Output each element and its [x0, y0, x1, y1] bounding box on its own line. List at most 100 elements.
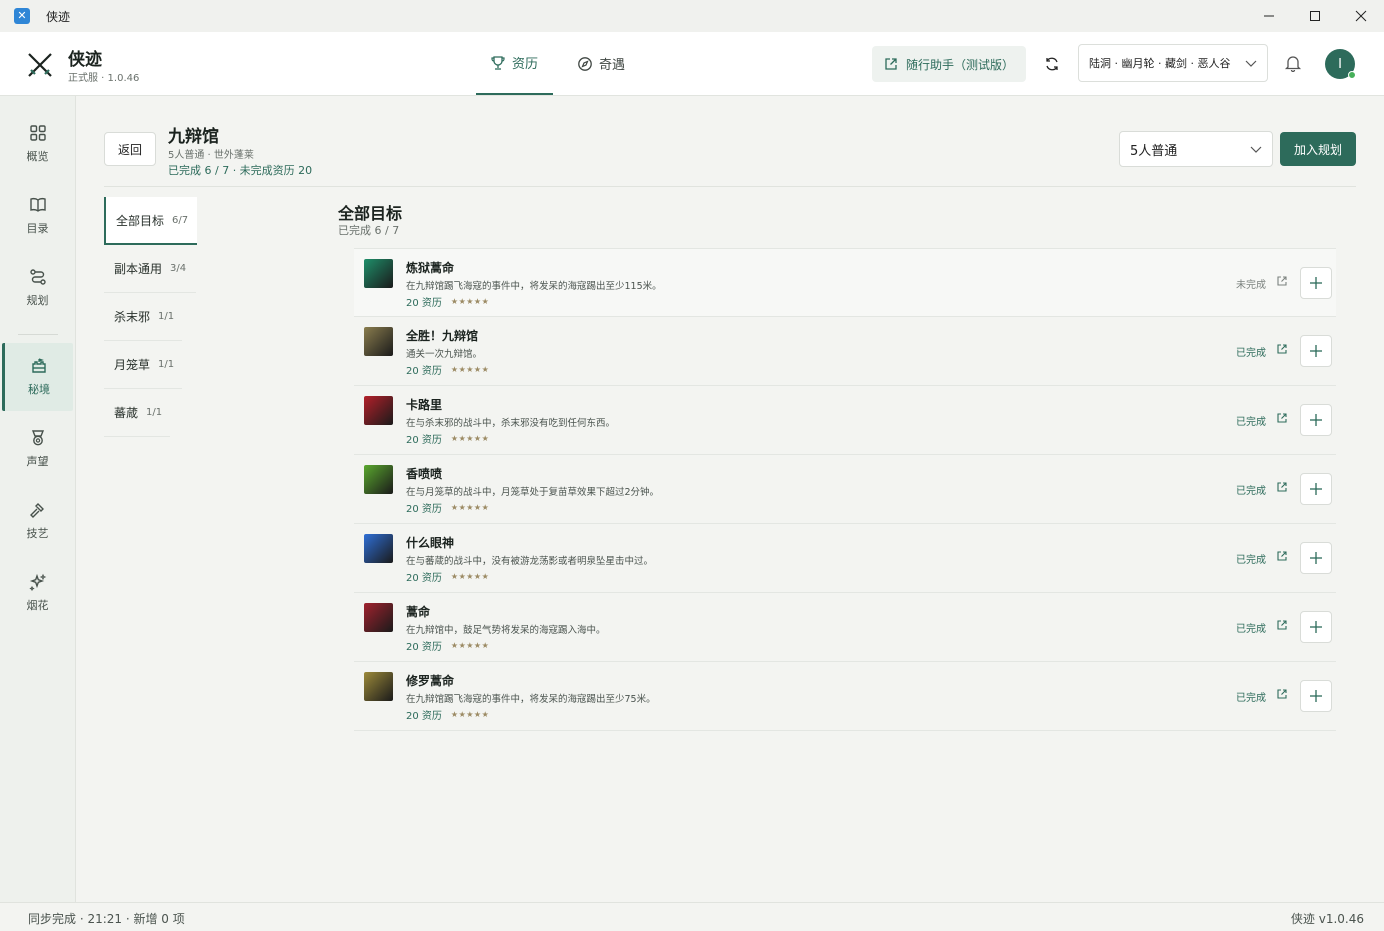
character-select[interactable]: 陆洞 · 幽月轮 · 藏剑 · 恶人谷: [1078, 44, 1268, 82]
reward-points: 20 资历: [406, 711, 442, 722]
difficulty-stars: ★★★★★: [450, 572, 490, 581]
achievement-row[interactable]: 蒿命 在九辩馆中，鼓足气势将发呆的海寇踢入海中。 20 资历 ★★★★★ 已完成: [354, 593, 1336, 662]
external-link-icon[interactable]: [1276, 619, 1288, 631]
filter-boss-2[interactable]: 月笼草 1/1: [104, 341, 182, 389]
filter-label: 杀末邪: [114, 310, 151, 324]
add-achievement-button[interactable]: [1300, 542, 1332, 574]
add-to-plan-button[interactable]: 加入规划: [1280, 132, 1356, 166]
external-link-icon[interactable]: [1276, 550, 1288, 562]
minimize-button[interactable]: [1246, 0, 1292, 32]
achievement-description: 在与蕃葴的战斗中，没有被游龙荡影或者明泉坠星击中过。: [406, 556, 654, 567]
sidebar-item-reputation[interactable]: 声望: [2, 415, 73, 483]
crossed-swords-logo-icon: [28, 53, 52, 77]
filter-common[interactable]: 副本通用 3/4: [104, 245, 196, 293]
route-icon: [29, 269, 46, 285]
achievement-reward: 20 资历 ★★★★★: [406, 431, 489, 446]
sparkle-icon: [28, 573, 46, 591]
difficulty-stars: ★★★★★: [450, 365, 490, 374]
sidebar-item-label: 声望: [26, 455, 49, 468]
filter-all[interactable]: 全部目标 6/7: [104, 197, 197, 245]
achievement-row[interactable]: 香喷喷 在与月笼草的战斗中，月笼草处于复苗草效果下超过2分钟。 20 资历 ★★★★★…: [354, 455, 1336, 524]
add-achievement-button[interactable]: [1300, 611, 1332, 643]
tab-qiyu[interactable]: 奇遇: [563, 32, 639, 95]
achievement-name: 炼狱蒿命: [406, 261, 455, 275]
external-link-icon[interactable]: [1276, 343, 1288, 355]
bell-icon[interactable]: [1284, 54, 1302, 72]
close-button[interactable]: [1338, 0, 1384, 32]
achievement-reward: 20 资历 ★★★★★: [406, 569, 489, 584]
window-title: 侠迹: [46, 9, 71, 24]
sync-button[interactable]: [1040, 52, 1064, 76]
difficulty-stars: ★★★★★: [450, 297, 490, 306]
achievement-row[interactable]: 卡路里 在与杀末邪的战斗中，杀末邪没有吃到任何东西。 20 资历 ★★★★★ 已完成: [354, 386, 1336, 455]
difficulty-stars: ★★★★★: [450, 710, 490, 719]
compass-icon: [578, 56, 592, 71]
window-titlebar: ✕ 侠迹: [0, 0, 1384, 32]
achievement-reward: 20 资历 ★★★★★: [406, 362, 489, 377]
achievement-status: 已完成: [1236, 486, 1266, 497]
add-achievement-button[interactable]: [1300, 680, 1332, 712]
reward-points: 20 资历: [406, 504, 442, 515]
close-icon: [1355, 10, 1367, 22]
back-button[interactable]: 返回: [104, 132, 156, 166]
filter-boss-1[interactable]: 杀末邪 1/1: [104, 293, 182, 341]
filter-count: 3/4: [170, 263, 187, 274]
mode-select[interactable]: 5人普通: [1119, 131, 1273, 167]
achievement-description: 在与月笼草的战斗中，月笼草处于复苗草效果下超过2分钟。: [406, 487, 660, 498]
plus-icon: [1310, 621, 1322, 633]
chevron-down-icon: [1245, 60, 1257, 67]
achievement-description: 通关一次九辩馆。: [406, 349, 483, 360]
dungeon-subtitle: 5人普通 · 世外蓬莱: [168, 150, 254, 161]
external-link-icon: [885, 58, 897, 70]
sidebar-item-dungeon[interactable]: 秘境: [2, 343, 73, 411]
chevron-down-icon: [1250, 146, 1262, 153]
tab-zili[interactable]: 资历: [476, 32, 553, 95]
achievement-status: 已完成: [1236, 555, 1266, 566]
achievement-name: 卡路里: [406, 398, 443, 412]
sidebar-item-label: 烟花: [26, 599, 49, 612]
plus-icon: [1310, 414, 1322, 426]
external-link-icon[interactable]: [1276, 275, 1288, 287]
dungeon-progress: 已完成 6 / 7 · 未完成资历 20: [168, 164, 313, 177]
filter-count: 1/1: [146, 407, 163, 418]
hammer-icon: [29, 503, 44, 518]
status-bar: 同步完成 · 21:21 · 新增 0 项 侠迹 v1.0.46: [0, 902, 1384, 931]
plus-icon: [1310, 277, 1322, 289]
sidebar: 概览 目录 规划 秘境 声望 技艺 烟花: [0, 96, 76, 902]
filter-label: 副本通用: [114, 262, 163, 276]
reward-points: 20 资历: [406, 298, 442, 309]
plus-icon: [1310, 552, 1322, 564]
reward-points: 20 资历: [406, 435, 442, 446]
sidebar-item-label: 概览: [26, 150, 49, 163]
add-achievement-button[interactable]: [1300, 473, 1332, 505]
sidebar-item-catalog[interactable]: 目录: [2, 182, 73, 250]
refresh-icon: [1046, 57, 1058, 71]
add-achievement-button[interactable]: [1300, 335, 1332, 367]
achievement-status: 已完成: [1236, 348, 1266, 359]
add-achievement-button[interactable]: [1300, 267, 1332, 299]
assistant-button[interactable]: 随行助手（测试版）: [872, 46, 1026, 82]
sidebar-item-overview[interactable]: 概览: [2, 110, 73, 178]
medal-icon: [31, 430, 44, 446]
grid-icon: [29, 125, 46, 141]
achievement-icon: [364, 534, 393, 563]
sidebar-item-plan[interactable]: 规划: [2, 254, 73, 322]
external-link-icon[interactable]: [1276, 688, 1288, 700]
filter-boss-3[interactable]: 蕃葴 1/1: [104, 389, 170, 437]
app-icon: ✕: [14, 8, 30, 24]
sidebar-item-fireworks[interactable]: 烟花: [2, 559, 73, 627]
external-link-icon[interactable]: [1276, 481, 1288, 493]
add-achievement-button[interactable]: [1300, 404, 1332, 436]
maximize-button[interactable]: [1292, 0, 1338, 32]
avatar[interactable]: I: [1325, 49, 1356, 79]
sidebar-item-craft[interactable]: 技艺: [2, 487, 73, 555]
external-link-icon[interactable]: [1276, 412, 1288, 424]
achievement-row[interactable]: 炼狱蒿命 在九辩馆踢飞海寇的事件中，将发呆的海寇踢出至少115米。 20 资历 ★★★…: [354, 248, 1336, 317]
window-controls: [1246, 0, 1384, 32]
achievement-status: 已完成: [1236, 417, 1266, 428]
achievement-row[interactable]: 什么眼神 在与蕃葴的战斗中，没有被游龙荡影或者明泉坠星击中过。 20 资历 ★★★★★…: [354, 524, 1336, 593]
achievement-row[interactable]: 修罗蒿命 在九辩馆踢飞海寇的事件中，将发呆的海寇踢出至少75米。 20 资历 ★★★★…: [354, 662, 1336, 731]
mode-select-value: 5人普通: [1130, 143, 1178, 159]
difficulty-stars: ★★★★★: [450, 641, 490, 650]
achievement-row[interactable]: 全胜！九辩馆 通关一次九辩馆。 20 资历 ★★★★★ 已完成: [354, 317, 1336, 386]
